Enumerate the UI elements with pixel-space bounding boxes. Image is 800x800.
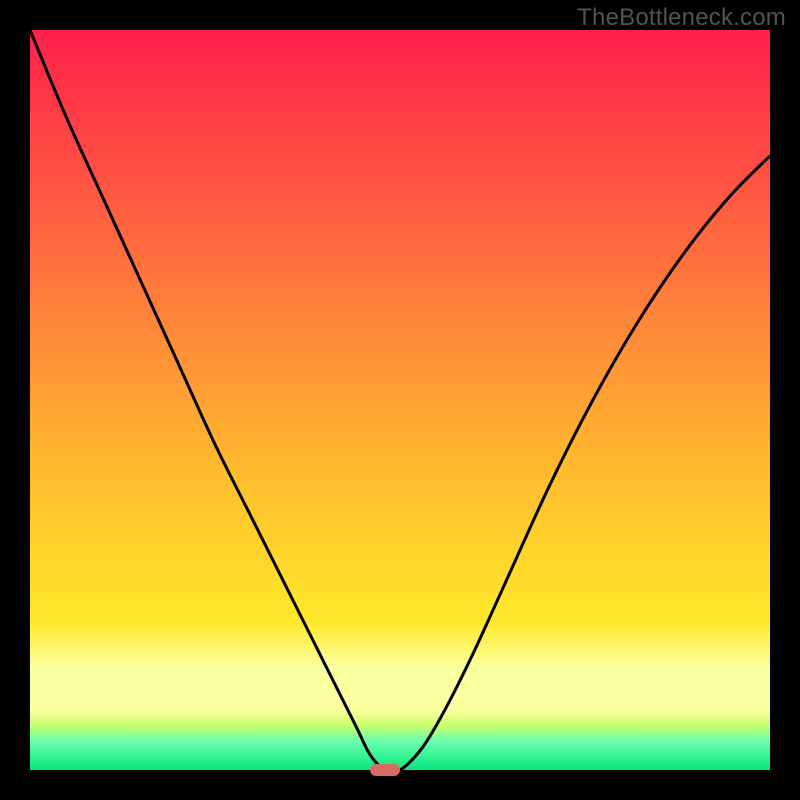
outer-frame: TheBottleneck.com <box>0 0 800 800</box>
bottleneck-curve <box>30 30 770 770</box>
watermark-text: TheBottleneck.com <box>577 4 786 32</box>
plot-area <box>30 30 770 770</box>
curve-svg <box>30 30 770 770</box>
optimum-marker <box>370 764 400 776</box>
